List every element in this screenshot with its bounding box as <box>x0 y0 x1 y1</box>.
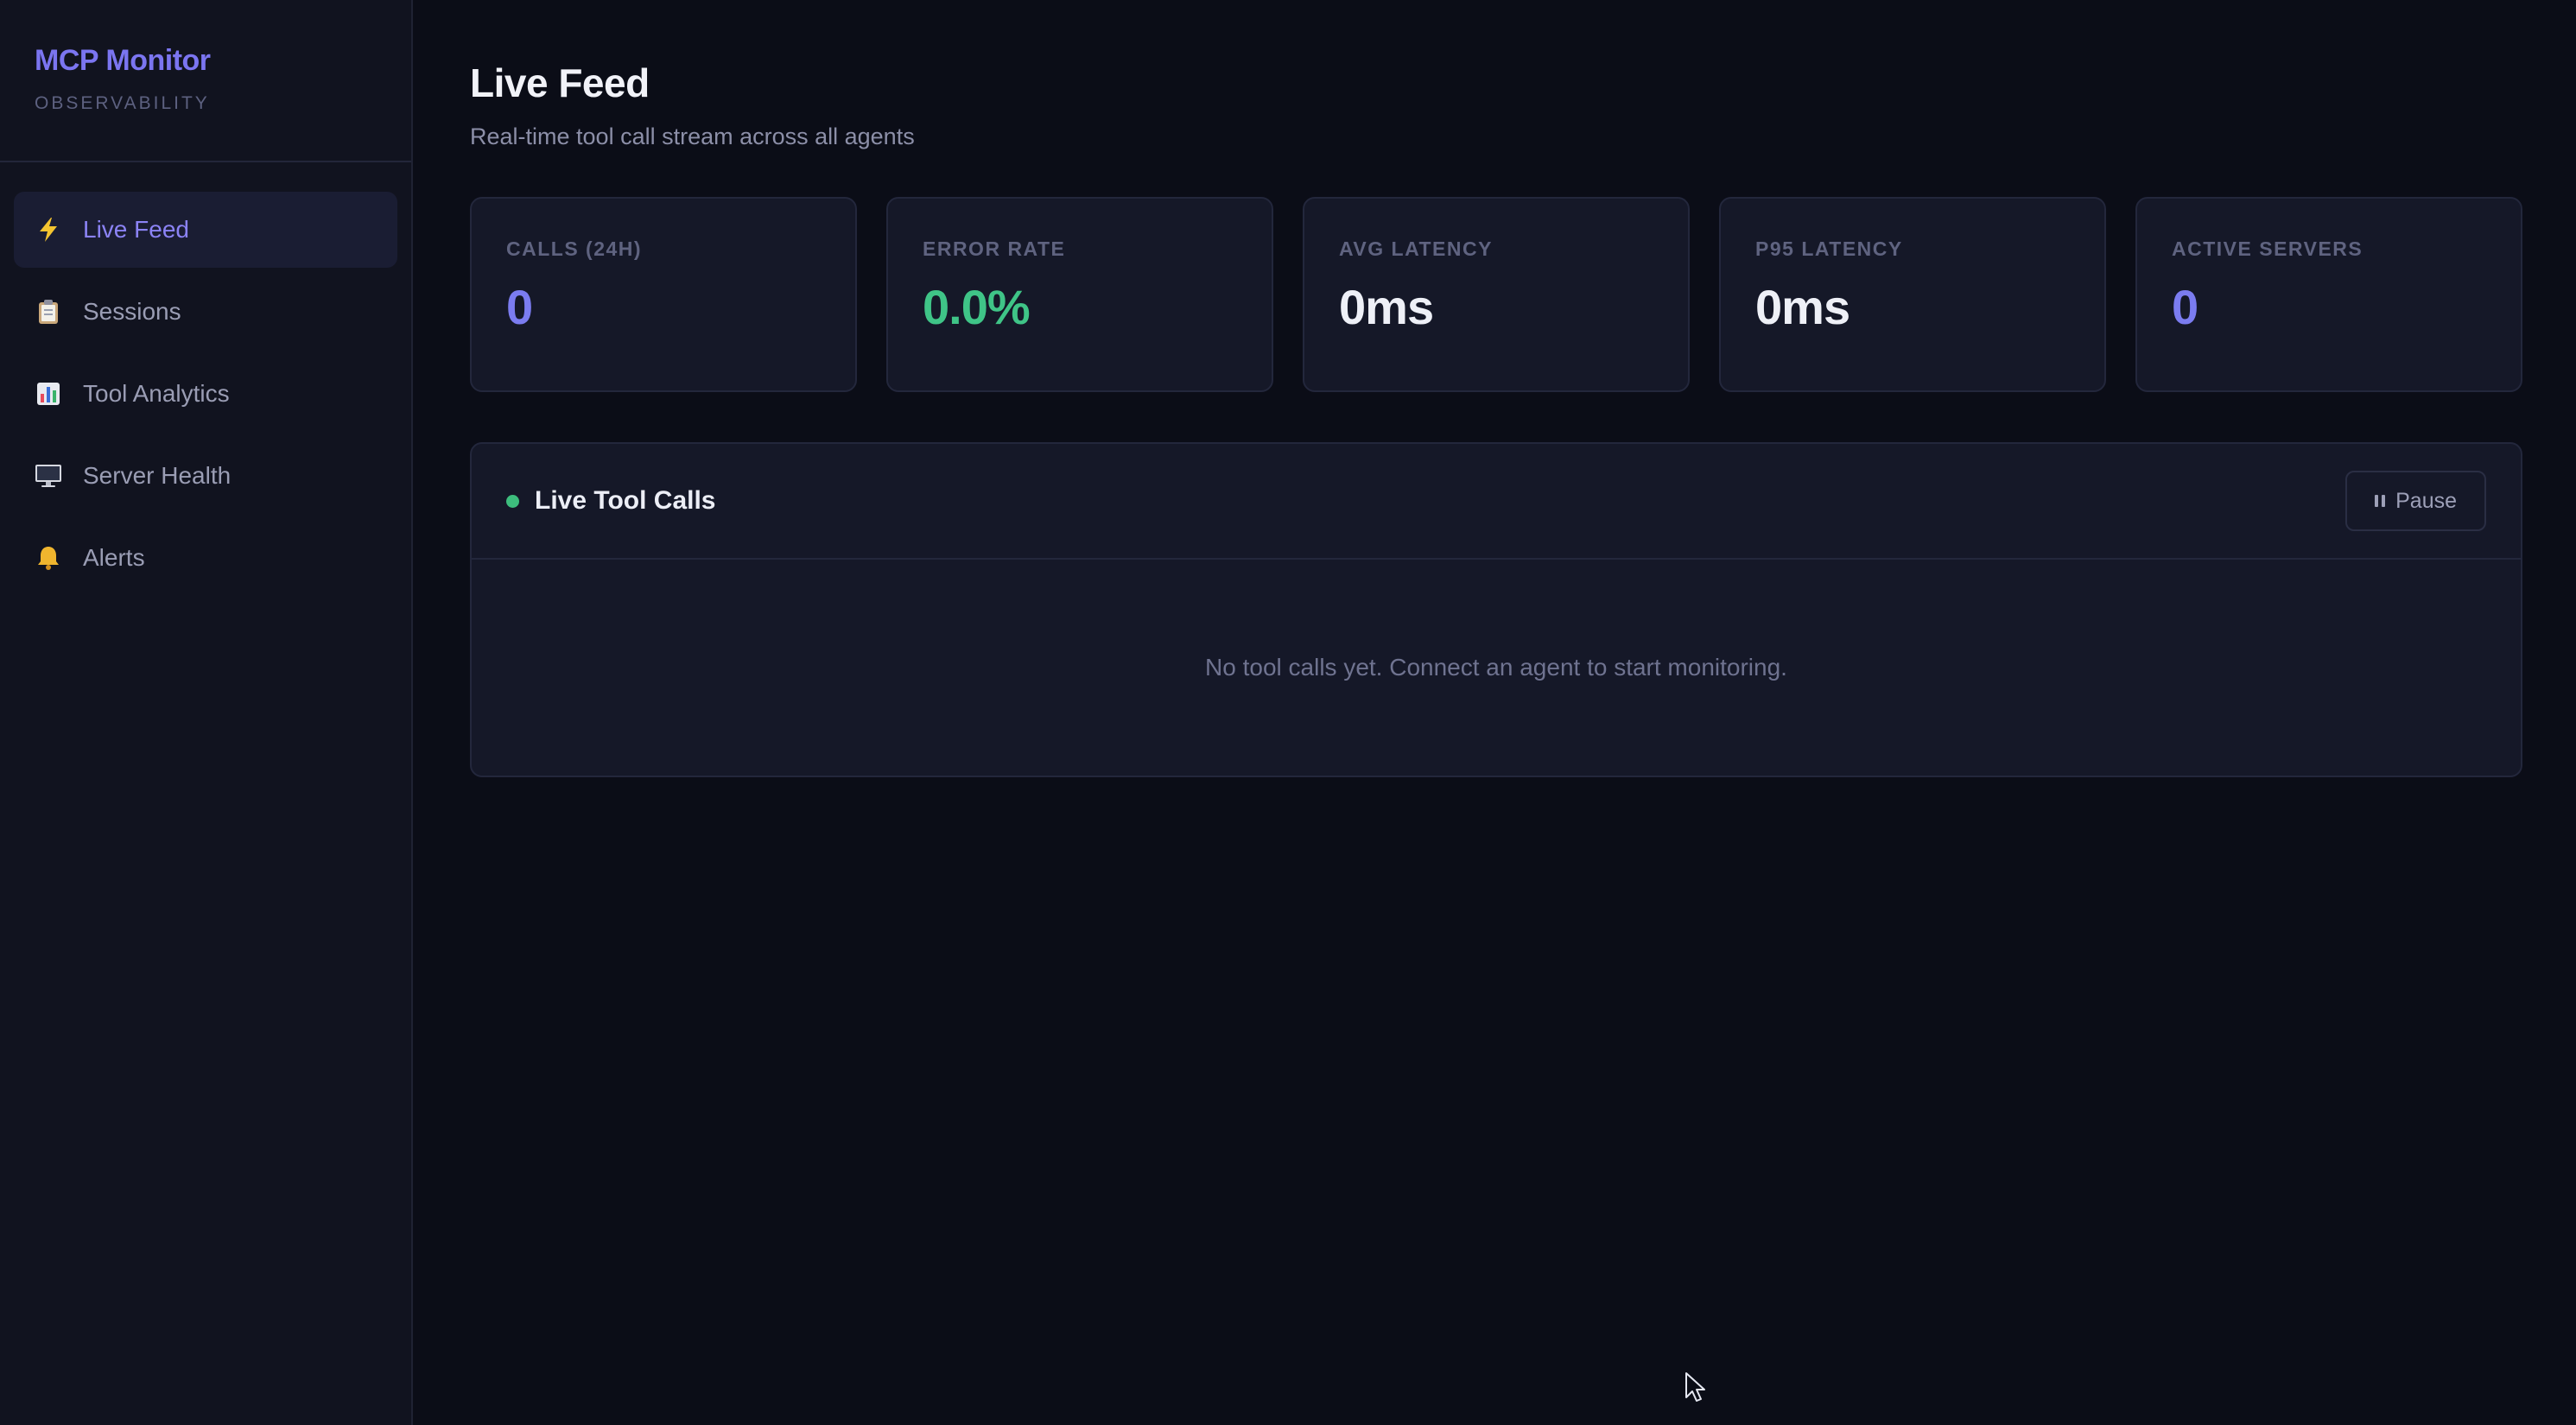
stats-row: CALLS (24H) 0 ERROR RATE 0.0% AVG LATENC… <box>470 197 2522 392</box>
stat-label: P95 LATENCY <box>1755 238 1903 260</box>
stat-card-p95-latency: P95 LATENCY 0ms <box>1719 197 2106 392</box>
page-subtitle: Real-time tool call stream across all ag… <box>470 124 915 149</box>
stat-card-calls: CALLS (24H) 0 <box>470 197 857 392</box>
sidebar-item-label: Sessions <box>83 298 181 325</box>
stat-card-active-servers: ACTIVE SERVERS 0 <box>2135 197 2522 392</box>
bell-icon <box>35 544 62 572</box>
sidebar-item-label: Live Feed <box>83 216 189 243</box>
lightning-icon <box>35 216 62 244</box>
brand-subtitle: OBSERVABILITY <box>35 93 210 113</box>
stat-value: 0ms <box>1755 280 1850 334</box>
panel-body: No tool calls yet. Connect an agent to s… <box>472 560 2521 776</box>
live-indicator-dot <box>506 494 519 508</box>
stat-value: 0 <box>506 280 533 334</box>
clipboard-icon <box>35 298 62 326</box>
brand: MCP Monitor OBSERVABILITY <box>0 0 411 162</box>
stat-label: ERROR RATE <box>923 238 1066 260</box>
sidebar-item-label: Server Health <box>83 462 232 489</box>
page-title: Live Feed <box>470 60 650 105</box>
sidebar-item-tool-analytics[interactable]: Tool Analytics <box>14 356 397 432</box>
sidebar-item-alerts[interactable]: Alerts <box>14 520 397 596</box>
sidebar-item-sessions[interactable]: Sessions <box>14 274 397 350</box>
stat-label: ACTIVE SERVERS <box>2172 238 2363 260</box>
empty-state-message: No tool calls yet. Connect an agent to s… <box>1205 654 1787 681</box>
panel-title-group: Live Tool Calls <box>506 485 716 516</box>
main-content: Live Feed Real-time tool call stream acr… <box>413 0 2576 1425</box>
pause-icon <box>2375 495 2386 507</box>
sidebar-item-label: Tool Analytics <box>83 380 230 407</box>
sidebar-nav: Live Feed Sessions Tool Analytics Server… <box>0 162 411 596</box>
monitor-icon <box>35 462 62 490</box>
app-window: MCP Monitor OBSERVABILITY Live Feed Sess… <box>0 0 2576 1425</box>
stat-value: 0.0% <box>923 280 1031 334</box>
stat-card-error-rate: ERROR RATE 0.0% <box>886 197 1273 392</box>
pause-button[interactable]: Pause <box>2345 471 2486 531</box>
panel-title: Live Tool Calls <box>535 486 716 515</box>
brand-title: MCP Monitor <box>35 44 211 77</box>
sidebar-item-label: Alerts <box>83 544 145 571</box>
sidebar-item-server-health[interactable]: Server Health <box>14 438 397 514</box>
live-tool-calls-panel: Live Tool Calls Pause No tool calls yet.… <box>470 442 2522 777</box>
pause-button-label: Pause <box>2395 488 2457 513</box>
stat-value: 0 <box>2172 280 2198 334</box>
mouse-cursor-icon <box>1685 1372 1705 1402</box>
stat-label: AVG LATENCY <box>1339 238 1493 260</box>
sidebar: MCP Monitor OBSERVABILITY Live Feed Sess… <box>0 0 413 1425</box>
bar-chart-icon <box>35 380 62 408</box>
stat-label: CALLS (24H) <box>506 238 643 260</box>
panel-header: Live Tool Calls Pause <box>472 444 2521 560</box>
sidebar-item-live-feed[interactable]: Live Feed <box>14 192 397 268</box>
stat-value: 0ms <box>1339 280 1434 334</box>
stat-card-avg-latency: AVG LATENCY 0ms <box>1303 197 1690 392</box>
